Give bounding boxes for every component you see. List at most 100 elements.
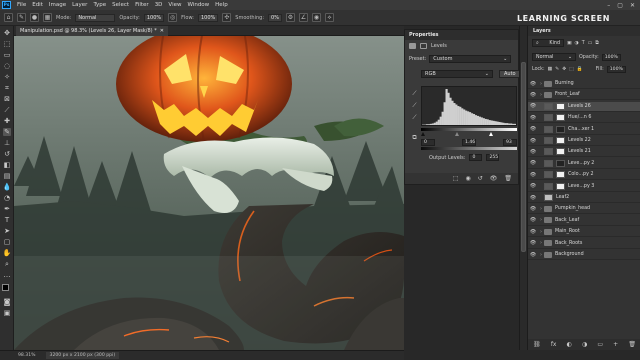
filter-pixel-icon[interactable]: ▣ (567, 41, 572, 46)
new-adjustment-icon[interactable]: ◑ (582, 341, 587, 348)
input-black-slider[interactable] (421, 132, 425, 136)
layer-row[interactable]: 👁 Colo...py 2 (528, 170, 640, 181)
close-button[interactable]: ✕ (630, 2, 635, 9)
move-tool-icon[interactable]: ✥ (3, 29, 11, 37)
fill-value[interactable]: 100% (606, 66, 626, 73)
layer-row[interactable]: 👁 › Back_Roots (528, 239, 640, 249)
visibility-eye-icon[interactable]: 👁 (528, 252, 538, 258)
pressure-opacity-icon[interactable]: ◎ (168, 13, 178, 22)
lock-all-icon[interactable]: 🔒 (577, 67, 583, 72)
frame-tool-icon[interactable]: ⊠ (3, 95, 11, 103)
lock-position-icon[interactable]: ✥ (562, 67, 566, 72)
layer-row[interactable]: 👁 › Main_Root (528, 227, 640, 238)
filter-type-icon[interactable]: T (582, 41, 585, 46)
filter-adjustment-icon[interactable]: ◑ (575, 41, 579, 46)
type-tool-icon[interactable]: T (3, 216, 11, 224)
pen-tool-icon[interactable]: ✒ (3, 205, 11, 213)
layer-style-icon[interactable]: fx (551, 341, 557, 348)
reset-icon[interactable]: ↺ (478, 175, 483, 182)
document-tab[interactable]: Manipulation.psd @ 98.3% (Levels 26, Lay… (16, 26, 168, 36)
document-canvas[interactable] (14, 36, 404, 350)
crop-tool-icon[interactable]: ⌗ (3, 84, 11, 92)
visibility-eye-icon[interactable]: 👁 (528, 92, 538, 98)
layer-row[interactable]: 👁 › Pumpkin_head (528, 204, 640, 215)
mask-thumbnail[interactable] (556, 114, 565, 122)
new-layer-icon[interactable]: + (613, 341, 618, 348)
dodge-tool-icon[interactable]: ◔ (3, 194, 11, 202)
black-point-eyedropper-icon[interactable]: ⟋ (411, 90, 418, 97)
mask-thumbnail[interactable] (556, 171, 565, 179)
eraser-tool-icon[interactable]: ◧ (3, 161, 11, 169)
visibility-eye-icon[interactable]: 👁 (528, 149, 538, 155)
visibility-icon[interactable]: 👁 (490, 175, 498, 182)
visibility-eye-icon[interactable]: 👁 (528, 229, 538, 235)
input-gray-slider[interactable] (455, 132, 459, 136)
levels-histogram[interactable] (421, 86, 517, 126)
menu-3d[interactable]: 3D (152, 2, 166, 8)
mask-thumbnail[interactable] (556, 137, 565, 144)
input-black-value[interactable]: 0 (421, 139, 435, 146)
panel-dock-scrollbar[interactable] (519, 26, 527, 350)
history-brush-tool-icon[interactable]: ↺ (3, 150, 11, 158)
visibility-eye-icon[interactable]: 👁 (528, 160, 538, 166)
artboard-tool-icon[interactable]: ⬚ (3, 40, 11, 48)
rectangle-tool-icon[interactable]: ▢ (3, 238, 11, 246)
layer-row[interactable]: 👁 Levels 22 (528, 136, 640, 146)
layer-row[interactable]: 👁 Levels 21 (528, 147, 640, 158)
visibility-eye-icon[interactable]: 👁 (528, 183, 538, 189)
gradient-tool-icon[interactable]: ▤ (3, 172, 11, 180)
mask-thumbnail[interactable] (556, 159, 565, 167)
mode-select[interactable]: Normal (75, 13, 116, 22)
angle-icon[interactable]: ∠ (298, 13, 308, 22)
auto-button[interactable]: Auto (499, 70, 521, 78)
input-white-slider[interactable] (489, 132, 493, 136)
preset-select[interactable]: Custom ⌄ (429, 55, 512, 63)
more-tools-icon[interactable]: … (3, 271, 11, 279)
minimize-button[interactable]: – (607, 2, 610, 9)
link-layers-icon[interactable]: ⛓ (533, 341, 541, 348)
blend-mode-select[interactable]: Normal ⌄ (532, 53, 576, 61)
mask-thumbnail[interactable] (556, 102, 565, 110)
visibility-eye-icon[interactable]: 👁 (528, 81, 538, 87)
layer-opacity-value[interactable]: 100% (601, 53, 621, 61)
layer-row[interactable]: 👁 › Burning (528, 79, 640, 89)
maximize-button[interactable]: ▢ (617, 2, 623, 9)
visibility-eye-icon[interactable]: 👁 (528, 206, 538, 212)
visibility-eye-icon[interactable]: 👁 (528, 115, 538, 121)
home-icon[interactable]: ⌂ (4, 13, 13, 22)
filter-shape-icon[interactable]: ▭ (588, 41, 593, 46)
scrollbar-thumb[interactable] (521, 62, 526, 252)
visibility-eye-icon[interactable]: 👁 (528, 240, 538, 246)
output-white-value[interactable]: 255 (486, 154, 500, 161)
input-white-value[interactable]: 93 (503, 139, 517, 146)
visibility-eye-icon[interactable]: 👁 (528, 126, 538, 132)
close-document-icon[interactable]: ✕ (160, 28, 164, 34)
add-mask-icon[interactable]: ◐ (567, 341, 572, 348)
gray-point-eyedropper-icon[interactable]: ⟋ (411, 102, 418, 109)
lock-artboard-icon[interactable]: ⬚ (569, 67, 574, 72)
screen-mode-icon[interactable]: ▣ (3, 309, 11, 317)
marquee-tool-icon[interactable]: ▭ (3, 51, 11, 59)
layer-row[interactable]: 👁 › Front_Leaf (528, 90, 640, 101)
menu-window[interactable]: Window (184, 2, 212, 8)
mask-thumbnail[interactable] (556, 182, 565, 190)
brush-tool-icon[interactable]: ✎ (3, 128, 11, 136)
brush-settings-icon[interactable]: ▦ (43, 13, 52, 22)
layer-row[interactable]: 👁 Hue/...n 6 (528, 113, 640, 124)
mask-thumbnail[interactable] (556, 125, 565, 133)
clip-icon[interactable]: ⬚ (453, 175, 459, 182)
menu-type[interactable]: Type (90, 2, 109, 8)
menu-filter[interactable]: Filter (132, 2, 152, 8)
filter-smart-icon[interactable]: ⧉ (595, 40, 598, 46)
symmetry-icon[interactable]: ⟡ (324, 13, 334, 22)
layer-row[interactable]: 👁 Levels 26 (528, 101, 640, 112)
delete-layer-icon[interactable]: 🗑 (628, 341, 636, 348)
menu-edit[interactable]: Edit (29, 2, 46, 8)
layer-row[interactable]: 👁 Leve...py 2 (528, 159, 640, 169)
channel-select[interactable]: RGB ⌄ (421, 70, 493, 78)
smoothing-field[interactable]: 0% (268, 13, 282, 22)
zoom-level[interactable]: 98.31% (18, 353, 36, 358)
menu-view[interactable]: View (165, 2, 184, 8)
path-selection-tool-icon[interactable]: ➤ (3, 227, 11, 235)
zoom-tool-icon[interactable]: ⌕ (3, 260, 11, 268)
